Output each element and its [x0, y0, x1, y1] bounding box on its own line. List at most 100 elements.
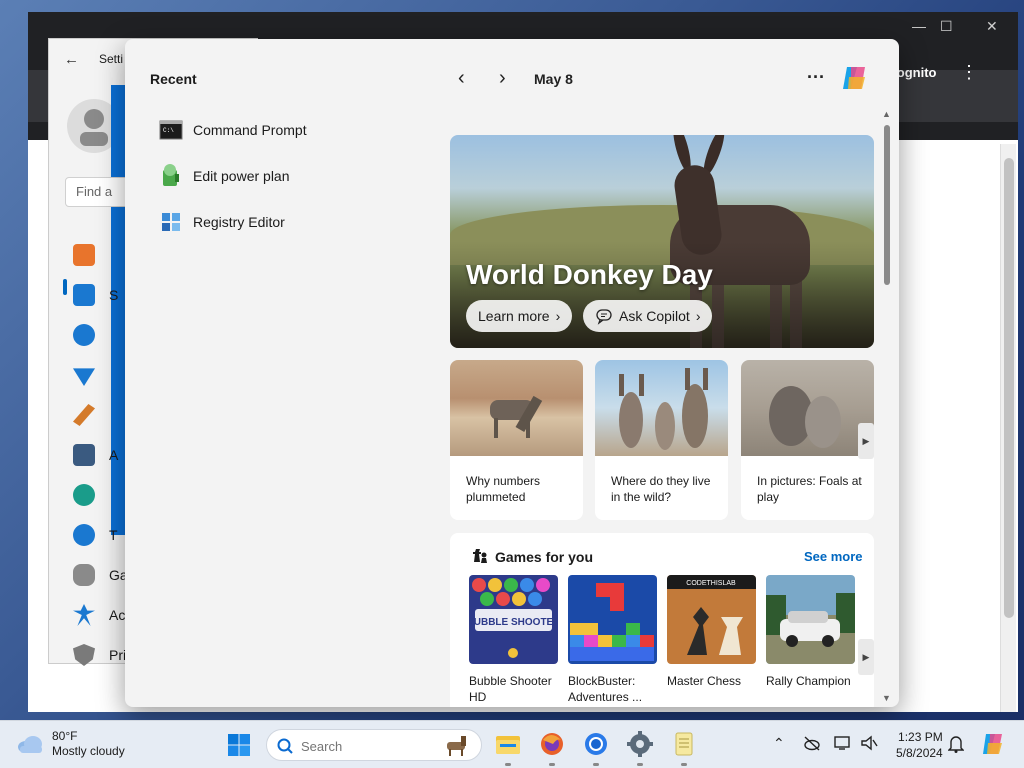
settings-nav-apps[interactable]: A — [73, 435, 128, 475]
news-card[interactable]: Why numbers plummeted — [450, 360, 583, 520]
registry-editor-icon — [162, 213, 180, 231]
feed-date: May 8 — [534, 71, 573, 87]
see-more-link[interactable]: See more — [804, 549, 863, 564]
card-image-donkey — [490, 395, 543, 438]
settings-gear-icon[interactable] — [626, 730, 654, 758]
settings-nav-accounts[interactable] — [73, 475, 128, 515]
system-icon — [73, 284, 95, 306]
settings-nav-accessibility[interactable]: Ac — [73, 595, 128, 635]
windows-start-icon[interactable] — [227, 733, 251, 757]
recent-item-command-prompt[interactable]: C:\ Command Prompt — [159, 107, 307, 153]
browser-scrollbar[interactable] — [1000, 144, 1016, 712]
card-caption: Where do they live in the wild? — [611, 474, 711, 504]
learn-more-button[interactable]: Learn more › — [466, 300, 573, 332]
settings-title: Setti — [99, 52, 124, 66]
hero-card[interactable]: World Donkey Day Learn more › Ask Copilo… — [450, 135, 874, 348]
recent-list: C:\ Command Prompt Edit power plan Regis… — [159, 107, 307, 245]
window-minimize-button[interactable]: — — [912, 18, 926, 34]
notepad-icon[interactable] — [670, 730, 698, 758]
news-card[interactable]: Where do they live in the wild? — [595, 360, 728, 520]
more-options-icon[interactable]: ··· — [807, 67, 825, 88]
settings-nav-system[interactable]: S — [73, 275, 128, 315]
settings-nav-privacy[interactable]: Pri — [73, 635, 128, 675]
chevron-up-icon[interactable]: ⌃ — [773, 735, 785, 752]
learn-more-label: Learn more — [478, 308, 550, 324]
back-arrow-icon[interactable]: ← — [64, 51, 79, 68]
card-image — [741, 360, 874, 456]
firefox-icon[interactable] — [538, 730, 566, 758]
recent-item-label: Edit power plan — [193, 168, 290, 184]
recent-item-label: Command Prompt — [193, 122, 307, 138]
card-image — [450, 360, 583, 456]
window-close-button[interactable]: ✕ — [986, 18, 998, 35]
copilot-taskbar-icon[interactable] — [980, 731, 1006, 757]
weather-widget[interactable]: 80°F Mostly cloudy — [16, 729, 125, 759]
gaming-icon — [73, 564, 95, 586]
news-card[interactable]: In pictures: Foals at play — [741, 360, 874, 520]
scrollbar-thumb[interactable] — [1004, 158, 1014, 618]
card-caption: In pictures: Foals at play — [757, 474, 862, 504]
game-tile[interactable]: BUBBLE SHOOTER Bubble Shooter HD — [467, 575, 561, 705]
game-thumbnail: BUBBLE SHOOTER — [467, 575, 561, 664]
chevron-left-icon[interactable]: ‹ — [458, 67, 465, 90]
donkey-highlight-icon — [447, 736, 466, 756]
settings-nav-network[interactable] — [73, 355, 128, 395]
recent-item-label: Registry Editor — [193, 214, 285, 230]
notification-bell-icon[interactable] — [948, 735, 964, 753]
search-input[interactable] — [301, 737, 431, 755]
wifi-icon — [73, 368, 95, 386]
clock[interactable]: 1:23 PM 5/8/2024 — [896, 729, 943, 761]
ask-copilot-label: Ask Copilot — [619, 308, 690, 324]
weather-condition: Mostly cloudy — [52, 744, 125, 758]
settings-nav-home[interactable] — [73, 235, 128, 275]
copilot-icon[interactable] — [839, 63, 869, 93]
game-label: BlockBuster: Adventures ... — [568, 674, 643, 704]
settings-nav-gaming[interactable]: Ga — [73, 555, 128, 595]
more-vert-icon[interactable]: ⋮ — [960, 62, 978, 83]
scrollbar-thumb[interactable] — [884, 125, 890, 285]
ask-copilot-button[interactable]: Ask Copilot › — [583, 300, 713, 332]
settings-nav-personalization[interactable] — [73, 395, 128, 435]
game-tile[interactable]: Rally Champion — [766, 575, 855, 689]
carousel-next-icon[interactable]: ▶ — [858, 639, 874, 675]
accessibility-icon — [73, 604, 95, 626]
carousel-next-icon[interactable]: ▶ — [858, 423, 874, 459]
selection-indicator — [63, 279, 67, 295]
recent-item-registry-editor[interactable]: Registry Editor — [159, 199, 307, 245]
power-plan-icon — [163, 164, 179, 186]
chevron-right-icon: › — [695, 308, 701, 324]
settings-nav-time[interactable]: T — [73, 515, 128, 555]
card-image-donkeys — [619, 368, 708, 450]
game-thumbnail — [766, 575, 855, 664]
svg-text:C:\: C:\ — [163, 127, 174, 134]
window-maximize-button[interactable]: ☐ — [940, 18, 953, 35]
game-tile[interactable]: CODETHISLAB Master Chess — [667, 575, 756, 689]
taskbar-search[interactable] — [266, 729, 482, 761]
game-label: Master Chess — [667, 674, 742, 688]
onedrive-offline-icon[interactable] — [803, 735, 821, 751]
file-explorer-icon[interactable] — [494, 730, 522, 758]
scroll-up-icon[interactable]: ▲ — [882, 109, 891, 119]
volume-muted-icon[interactable] — [860, 735, 878, 751]
recent-item-power-plan[interactable]: Edit power plan — [159, 153, 307, 199]
hero-title[interactable]: World Donkey Day — [466, 259, 713, 291]
flyout-scrollbar[interactable]: ▲ ▼ — [881, 109, 893, 707]
running-indicator — [681, 763, 687, 766]
search-icon — [277, 738, 293, 754]
chevron-right-icon[interactable]: › — [499, 67, 506, 90]
widgets-flyout: Recent C:\ Command Prompt Edit power pla… — [125, 39, 899, 707]
chrome-icon[interactable] — [582, 730, 610, 758]
home-icon — [73, 244, 95, 266]
nav-label: Pri — [109, 647, 127, 663]
running-indicator — [505, 763, 511, 766]
network-icon[interactable] — [834, 735, 852, 751]
game-tile[interactable]: BlockBuster: Adventures ... — [568, 575, 657, 705]
clock-time: 1:23 PM — [898, 730, 943, 744]
settings-nav-bluetooth[interactable] — [73, 315, 128, 355]
game-thumbnail-text: CODETHISLAB — [686, 580, 736, 587]
time-icon — [73, 524, 95, 546]
running-indicator — [637, 763, 643, 766]
command-prompt-icon: C:\ — [159, 120, 183, 140]
nav-label: A — [109, 447, 119, 463]
scroll-down-icon[interactable]: ▼ — [882, 693, 891, 703]
